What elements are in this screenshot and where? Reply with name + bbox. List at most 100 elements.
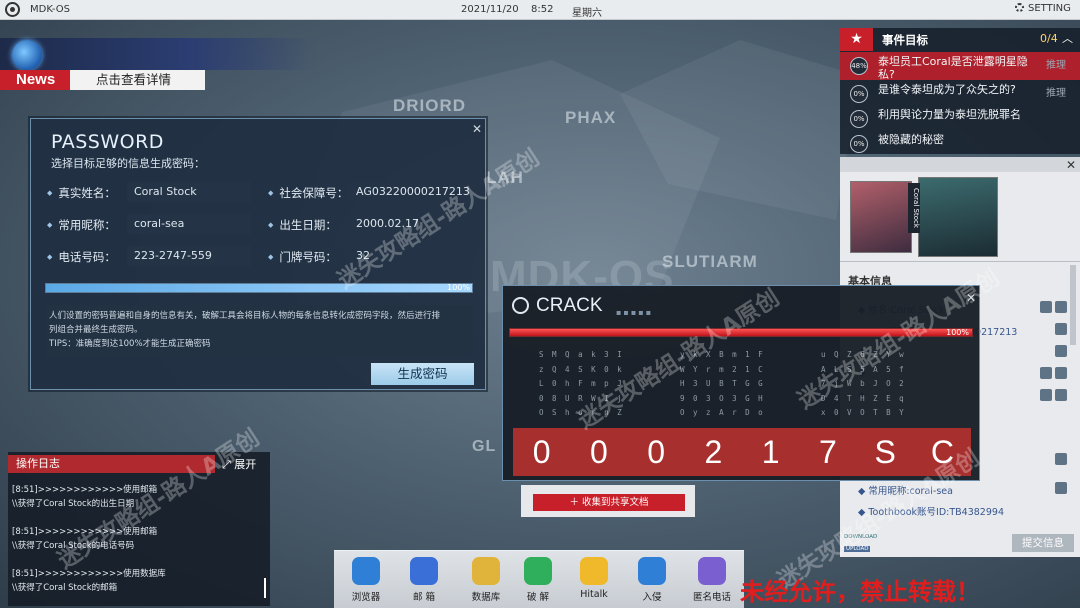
field-label: 真实姓名： bbox=[47, 185, 116, 201]
dock-app-anonymous-call[interactable]: 匿名电话 bbox=[684, 557, 740, 603]
map-label: DRIORD bbox=[393, 96, 467, 115]
dock-app-crack[interactable]: 破 解 bbox=[510, 557, 566, 603]
event-goal-item[interactable]: 0% 是谁令泰坦成为了众矢之的? 推理 bbox=[840, 80, 1080, 106]
event-goal-item[interactable]: 48% 泰坦员工Coral是否泄露明星隐私? 推理 bbox=[840, 52, 1080, 81]
code-char: 7 bbox=[818, 434, 837, 470]
dock-app-label: 数据库 bbox=[471, 592, 501, 603]
progress-fill bbox=[46, 284, 472, 292]
dock-app-label: 破 解 bbox=[526, 592, 550, 603]
weekday: 星期六 bbox=[572, 8, 602, 19]
document-icon[interactable] bbox=[1055, 301, 1067, 313]
event-goals-title: 事件目标 bbox=[882, 33, 928, 47]
shield-icon[interactable] bbox=[1040, 367, 1052, 379]
description-box: 人们设置的密码普遍和自身的信息有关，破解工具会将目标人物的每条信息转化成密码字段… bbox=[45, 305, 473, 357]
profile-header bbox=[840, 157, 1080, 172]
collect-to-shared-doc-button[interactable]: ＋ 收集到共享文档 bbox=[533, 494, 685, 511]
copyright-notice: 未经允许，禁止转载！ bbox=[740, 578, 980, 606]
setting-button[interactable]: SETTING bbox=[1015, 3, 1071, 14]
news-row: News 点击查看详情 bbox=[0, 70, 205, 90]
dock-app-label: 入侵 bbox=[642, 592, 662, 603]
chevron-up-icon[interactable]: ︿ bbox=[1062, 30, 1073, 46]
hook-icon bbox=[638, 557, 666, 585]
date: 2021/11/20 bbox=[461, 4, 519, 15]
goal-progress: 0% bbox=[850, 85, 868, 103]
dock-app-label: 邮 箱 bbox=[412, 592, 436, 603]
goal-progress: 0% bbox=[850, 110, 868, 128]
log-line: [8:51]>>>>>>>>>>>>使用数据库 bbox=[12, 569, 166, 579]
scrollbar[interactable] bbox=[264, 578, 266, 598]
dock-app-database[interactable]: 数据库 bbox=[458, 557, 514, 603]
dock-app-mail[interactable]: 邮 箱 bbox=[396, 557, 452, 603]
close-icon[interactable]: ✕ bbox=[472, 122, 482, 136]
progress-label: 100% bbox=[447, 283, 470, 292]
info-row-actions bbox=[1040, 301, 1070, 315]
goal-hint-link[interactable]: 推理 bbox=[1046, 56, 1066, 71]
gear-icon bbox=[1015, 3, 1024, 12]
globe-icon bbox=[512, 297, 529, 314]
cracked-code-display: 0 0 0 2 1 7 S C bbox=[513, 428, 971, 476]
close-icon[interactable]: ✕ bbox=[1066, 158, 1076, 172]
info-row-actions bbox=[1055, 453, 1080, 467]
field-label: 门牌号码： bbox=[268, 249, 337, 265]
generate-password-button[interactable]: 生成密码 bbox=[371, 363, 474, 385]
field-value-nickname[interactable]: coral-sea bbox=[127, 214, 251, 234]
goal-progress: 0% bbox=[850, 135, 868, 153]
code-char: 0 bbox=[589, 434, 608, 470]
log-line: \\获得了Coral Stock的邮箱 bbox=[12, 583, 118, 593]
password-panel: PASSWORD 选择目标足够的信息生成密码： ✕ 真实姓名： Coral St… bbox=[30, 118, 486, 390]
shield-icon[interactable] bbox=[1040, 389, 1052, 401]
field-value-phone[interactable]: 223-2747-559 bbox=[127, 246, 251, 266]
event-goal-item[interactable]: 0% 被隐藏的秘密 bbox=[840, 130, 1080, 156]
dock-app-browser[interactable]: 浏览器 bbox=[338, 557, 394, 603]
goal-progress: 48% bbox=[850, 57, 868, 75]
map-label: GL bbox=[472, 438, 497, 455]
goal-hint-link[interactable]: 推理 bbox=[1046, 84, 1066, 99]
divider bbox=[840, 261, 1080, 262]
panel-title: PASSWORD bbox=[51, 131, 164, 153]
dock-app-hitalk[interactable]: Hitalk bbox=[566, 557, 622, 600]
info-row-actions bbox=[1040, 389, 1070, 403]
goal-text: 泰坦员工Coral是否泄露明星隐私? bbox=[878, 55, 1028, 81]
globe-icon bbox=[12, 40, 42, 70]
phone-icon bbox=[698, 557, 726, 585]
info-row-actions bbox=[1055, 345, 1080, 359]
news-detail-link[interactable]: 点击查看详情 bbox=[70, 70, 205, 90]
document-icon[interactable] bbox=[1055, 323, 1067, 335]
avatar[interactable] bbox=[850, 181, 912, 253]
shield-icon[interactable] bbox=[1055, 482, 1067, 494]
mail-icon bbox=[410, 557, 438, 585]
field-value-real-name[interactable]: Coral Stock bbox=[127, 182, 251, 202]
field-label: 电话号码： bbox=[47, 249, 116, 265]
shield-icon[interactable] bbox=[1055, 453, 1067, 465]
code-char: S bbox=[874, 434, 896, 470]
goal-text: 被隐藏的秘密 bbox=[878, 133, 944, 146]
info-row-actions bbox=[1040, 367, 1070, 381]
document-icon[interactable] bbox=[1055, 389, 1067, 401]
field-label: 社会保障号： bbox=[268, 185, 348, 201]
database-icon bbox=[472, 557, 500, 585]
description-line: 列组合并最终生成密码。 bbox=[49, 325, 143, 335]
event-goals-panel: ★ 事件目标 0/4 ︿ 48% 泰坦员工Coral是否泄露明星隐私? 推理 0… bbox=[840, 28, 1080, 154]
progress-label: 100% bbox=[946, 328, 969, 337]
shield-icon[interactable] bbox=[1040, 301, 1052, 313]
submit-info-button[interactable]: 提交信息 bbox=[1012, 534, 1074, 552]
goal-text: 利用舆论力量为泰坦洗脱罪名 bbox=[878, 108, 1021, 121]
event-goal-item[interactable]: 0% 利用舆论力量为泰坦洗脱罪名 bbox=[840, 105, 1080, 131]
plus-icon: ＋ bbox=[569, 497, 582, 508]
document-icon[interactable] bbox=[1055, 367, 1067, 379]
dock-app-label: 匿名电话 bbox=[692, 592, 731, 603]
share-popover: ＋ 收集到共享文档 bbox=[521, 485, 695, 517]
panel-subtitle: 选择目标足够的信息生成密码： bbox=[51, 157, 205, 170]
password-progress-bar: 100% bbox=[45, 283, 473, 293]
field-label: 出生日期： bbox=[268, 217, 337, 233]
globe-icon bbox=[352, 557, 380, 585]
map-label: SLUTIARM bbox=[662, 252, 758, 271]
shield-icon[interactable] bbox=[1055, 345, 1067, 357]
dock-app-intrude[interactable]: 入侵 bbox=[624, 557, 680, 603]
goal-text: 是谁令泰坦成为了众矢之的? bbox=[878, 83, 1016, 96]
tips-text: TIPS：准确度到达100%才能生成正确密码 bbox=[49, 339, 211, 349]
description-line: 人们设置的密码普遍和自身的信息有关，破解工具会将目标人物的每条信息转化成密码字段… bbox=[49, 311, 441, 321]
field-label: 常用昵称： bbox=[47, 217, 116, 233]
avatar[interactable] bbox=[918, 177, 998, 257]
news-banner bbox=[0, 38, 315, 70]
